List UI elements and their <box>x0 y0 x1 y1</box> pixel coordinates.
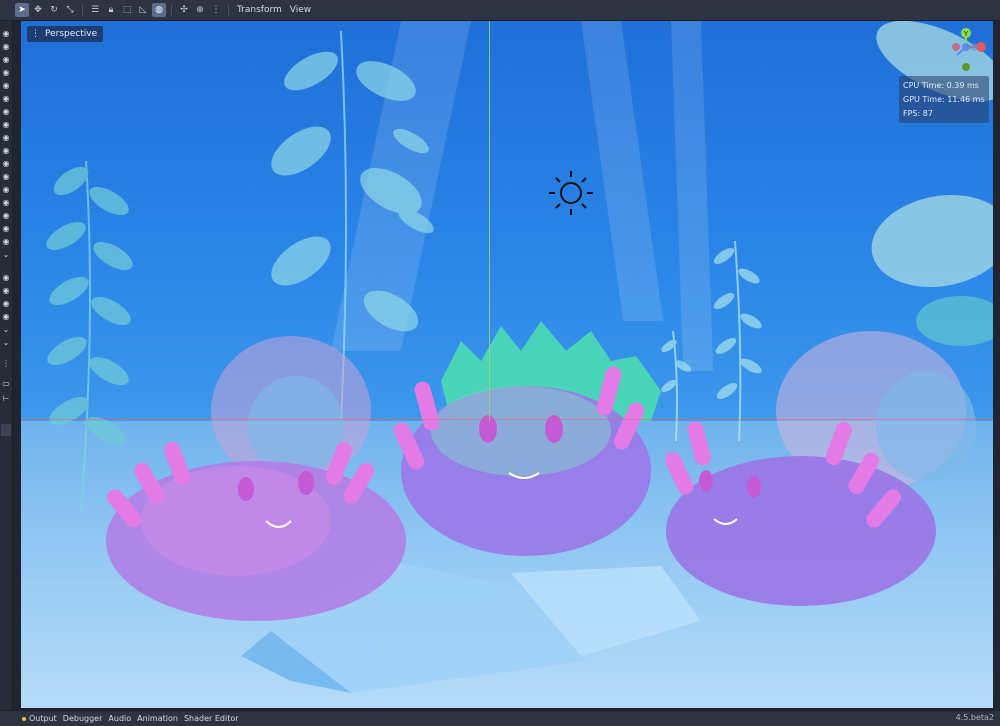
window-icon[interactable]: ▭ <box>2 380 10 388</box>
gpu-time: GPU Time: 11.46 ms <box>903 95 985 104</box>
eye-icon[interactable]: ◉ <box>2 300 10 308</box>
eye-icon[interactable]: ◉ <box>2 69 10 77</box>
rotate-tool-icon[interactable]: ↻ <box>47 3 61 17</box>
toolbar-divider <box>82 4 83 16</box>
move-tool-icon[interactable]: ✥ <box>31 3 45 17</box>
eye-icon[interactable]: ◉ <box>2 95 10 103</box>
tab-output[interactable]: Output <box>22 714 57 723</box>
slime-left <box>106 441 406 621</box>
slime-center <box>393 366 651 556</box>
tab-audio[interactable]: Audio <box>108 714 131 723</box>
eye-icon[interactable]: ◉ <box>2 43 10 51</box>
cpu-time: CPU Time: 0.39 ms <box>903 81 979 90</box>
scene-illustration <box>46 21 993 693</box>
eye-icon[interactable]: ◉ <box>2 199 10 207</box>
y-axis-line <box>489 21 490 421</box>
view-gizmo[interactable]: Y <box>943 25 989 71</box>
more-icon[interactable]: ⋮ <box>209 3 223 17</box>
eye-icon[interactable]: ◉ <box>2 30 10 38</box>
eye-icon[interactable]: ◉ <box>2 212 10 220</box>
engine-version: 4.5.beta2 <box>955 713 994 722</box>
collapse-handle[interactable] <box>1 424 11 436</box>
perspective-menu-button[interactable]: ⋮ Perspective <box>27 26 104 42</box>
seaweed-right <box>661 240 762 442</box>
tab-shader-editor[interactable]: Shader Editor <box>184 714 239 723</box>
eye-icon[interactable]: ◉ <box>2 238 10 246</box>
more-icon[interactable]: ⋮ <box>2 360 10 368</box>
eye-icon[interactable]: ◉ <box>2 313 10 321</box>
chevron-down-icon[interactable]: ⌄ <box>2 339 10 347</box>
eye-icon[interactable]: ◉ <box>2 186 10 194</box>
chevron-down-icon[interactable]: ⌄ <box>2 251 10 259</box>
viewport-toolbar: ➤ ✥ ↻ ⤡ ☰ 🔒︎ ⬚ ◺ ◍ ✣ ⊕ ⋮ Transform View <box>0 0 1000 21</box>
eye-icon[interactable]: ◉ <box>2 108 10 116</box>
group-icon[interactable]: ⬚ <box>120 3 134 17</box>
list-icon[interactable]: ☰ <box>88 3 102 17</box>
eye-icon[interactable]: ◉ <box>2 173 10 181</box>
eye-icon[interactable]: ◉ <box>2 274 10 282</box>
menu-transform[interactable]: Transform <box>233 5 286 15</box>
eye-icon[interactable]: ◉ <box>2 82 10 90</box>
fps: FPS: 87 <box>903 109 933 118</box>
tab-animation[interactable]: Animation <box>137 714 178 723</box>
directional-light-icon <box>549 171 593 215</box>
bottom-panel-tabs: Output Debugger Audio Animation Shader E… <box>0 710 1000 726</box>
eye-icon[interactable]: ◉ <box>2 225 10 233</box>
more-icon: ⋮ <box>31 29 40 39</box>
eye-icon[interactable]: ◉ <box>2 147 10 155</box>
grid-icon[interactable]: ⊕ <box>193 3 207 17</box>
eye-icon[interactable]: ◉ <box>2 134 10 142</box>
scale-tool-icon[interactable]: ⤡ <box>63 3 77 17</box>
menu-view[interactable]: View <box>286 5 315 15</box>
seaweed-left <box>46 160 133 512</box>
eye-icon[interactable]: ◉ <box>2 121 10 129</box>
eye-icon[interactable]: ◉ <box>2 160 10 168</box>
local-space-icon[interactable]: ◍ <box>152 3 166 17</box>
snap-icon[interactable]: ✣ <box>177 3 191 17</box>
select-tool-icon[interactable]: ➤ <box>15 3 29 17</box>
performance-stats: CPU Time: 0.39 ms GPU Time: 11.46 ms FPS… <box>899 76 989 123</box>
perspective-label: Perspective <box>45 29 98 39</box>
tab-debugger[interactable]: Debugger <box>63 714 103 723</box>
x-axis-line <box>21 419 993 420</box>
gizmo-y-label: Y <box>963 30 969 38</box>
3d-viewport[interactable]: ⋮ Perspective Y CPU Time: 0.39 ms GPU Ti… <box>21 21 993 708</box>
chevron-down-icon[interactable]: ⌄ <box>2 326 10 334</box>
toolbar-divider <box>171 4 172 16</box>
toolbar-divider <box>228 4 229 16</box>
ruler-icon[interactable]: ◺ <box>136 3 150 17</box>
eye-icon[interactable]: ◉ <box>2 287 10 295</box>
left-visibility-bar: ⋮ ◉ ◉ ◉ ◉ ◉ ◉ ◉ ◉ ◉ ◉ ◉ ◉ ◉ ◉ ◉ ◉ ◉ ⌄ ◉ … <box>0 0 13 710</box>
tree-icon[interactable]: ⊢ <box>2 395 10 403</box>
eye-icon[interactable]: ◉ <box>2 56 10 64</box>
lock-icon[interactable]: 🔒︎ <box>104 3 118 17</box>
